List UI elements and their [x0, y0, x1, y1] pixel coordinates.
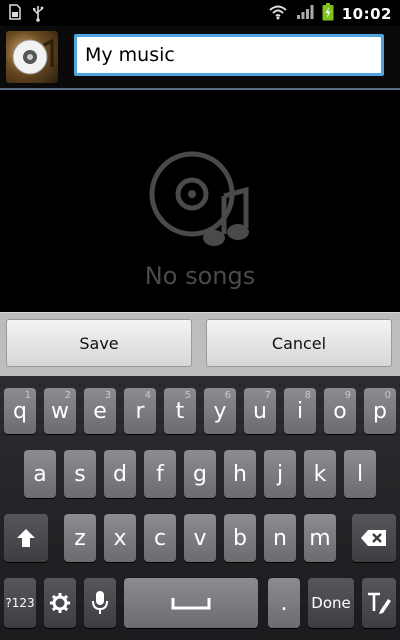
text-pen-icon: [368, 592, 391, 614]
on-screen-keyboard: 1q 2w 3e 4r 5t 6y 7u 8i 9o 0p a s d f g …: [0, 376, 400, 640]
key-e[interactable]: 3e: [84, 388, 116, 434]
key-f[interactable]: f: [144, 450, 176, 498]
key-u[interactable]: 7u: [244, 388, 276, 434]
album-art-thumbnail[interactable]: [6, 31, 58, 83]
done-key[interactable]: Done: [308, 578, 354, 628]
key-z[interactable]: z: [64, 514, 96, 562]
key-v[interactable]: v: [184, 514, 216, 562]
album-art-disc-icon: [12, 38, 54, 75]
space-key[interactable]: [124, 578, 258, 628]
key-t[interactable]: 5t: [164, 388, 196, 434]
key-l[interactable]: l: [344, 450, 376, 498]
usb-icon: [32, 4, 44, 26]
key-b[interactable]: b: [224, 514, 256, 562]
key-k[interactable]: k: [304, 450, 336, 498]
settings-key[interactable]: [44, 578, 76, 628]
cancel-button[interactable]: Cancel: [206, 319, 392, 367]
key-a[interactable]: a: [24, 450, 56, 498]
key-c[interactable]: c: [144, 514, 176, 562]
signal-icon: [296, 4, 314, 24]
text-input-mode-key[interactable]: [362, 578, 396, 628]
key-r[interactable]: 4r: [124, 388, 156, 434]
microphone-icon: [92, 591, 108, 614]
backspace-icon: [361, 530, 386, 546]
period-key[interactable]: .: [268, 578, 300, 628]
wifi-icon: [268, 4, 288, 24]
symbols-key[interactable]: ?123: [4, 578, 36, 628]
key-d[interactable]: d: [104, 450, 136, 498]
key-s[interactable]: s: [64, 450, 96, 498]
backspace-key[interactable]: [352, 514, 396, 562]
key-n[interactable]: n: [264, 514, 296, 562]
playlist-name-input[interactable]: [74, 34, 384, 76]
status-bar: 10:02: [0, 0, 400, 26]
battery-charging-icon: [322, 3, 334, 25]
key-j[interactable]: j: [264, 450, 296, 498]
key-o[interactable]: 9o: [324, 388, 356, 434]
key-q[interactable]: 1q: [4, 388, 36, 434]
button-bar: Save Cancel: [0, 312, 400, 377]
key-p[interactable]: 0p: [364, 388, 396, 434]
voice-input-key[interactable]: [84, 578, 116, 628]
clock: 10:02: [341, 5, 392, 23]
shift-key[interactable]: [4, 514, 48, 562]
key-g[interactable]: g: [184, 450, 216, 498]
playlist-header: [0, 26, 400, 88]
key-h[interactable]: h: [224, 450, 256, 498]
sd-card-icon: [8, 4, 22, 26]
empty-songs-area: No songs: [0, 90, 400, 312]
key-i[interactable]: 8i: [284, 388, 316, 434]
space-bar-icon: [171, 598, 211, 610]
key-w[interactable]: 2w: [44, 388, 76, 434]
save-button[interactable]: Save: [6, 319, 192, 367]
key-m[interactable]: m: [304, 514, 336, 562]
empty-message: No songs: [144, 262, 256, 290]
music-disc-icon: [148, 150, 252, 258]
gear-icon: [50, 593, 70, 613]
key-x[interactable]: x: [104, 514, 136, 562]
shift-arrow-icon: [17, 529, 35, 547]
key-y[interactable]: 6y: [204, 388, 236, 434]
